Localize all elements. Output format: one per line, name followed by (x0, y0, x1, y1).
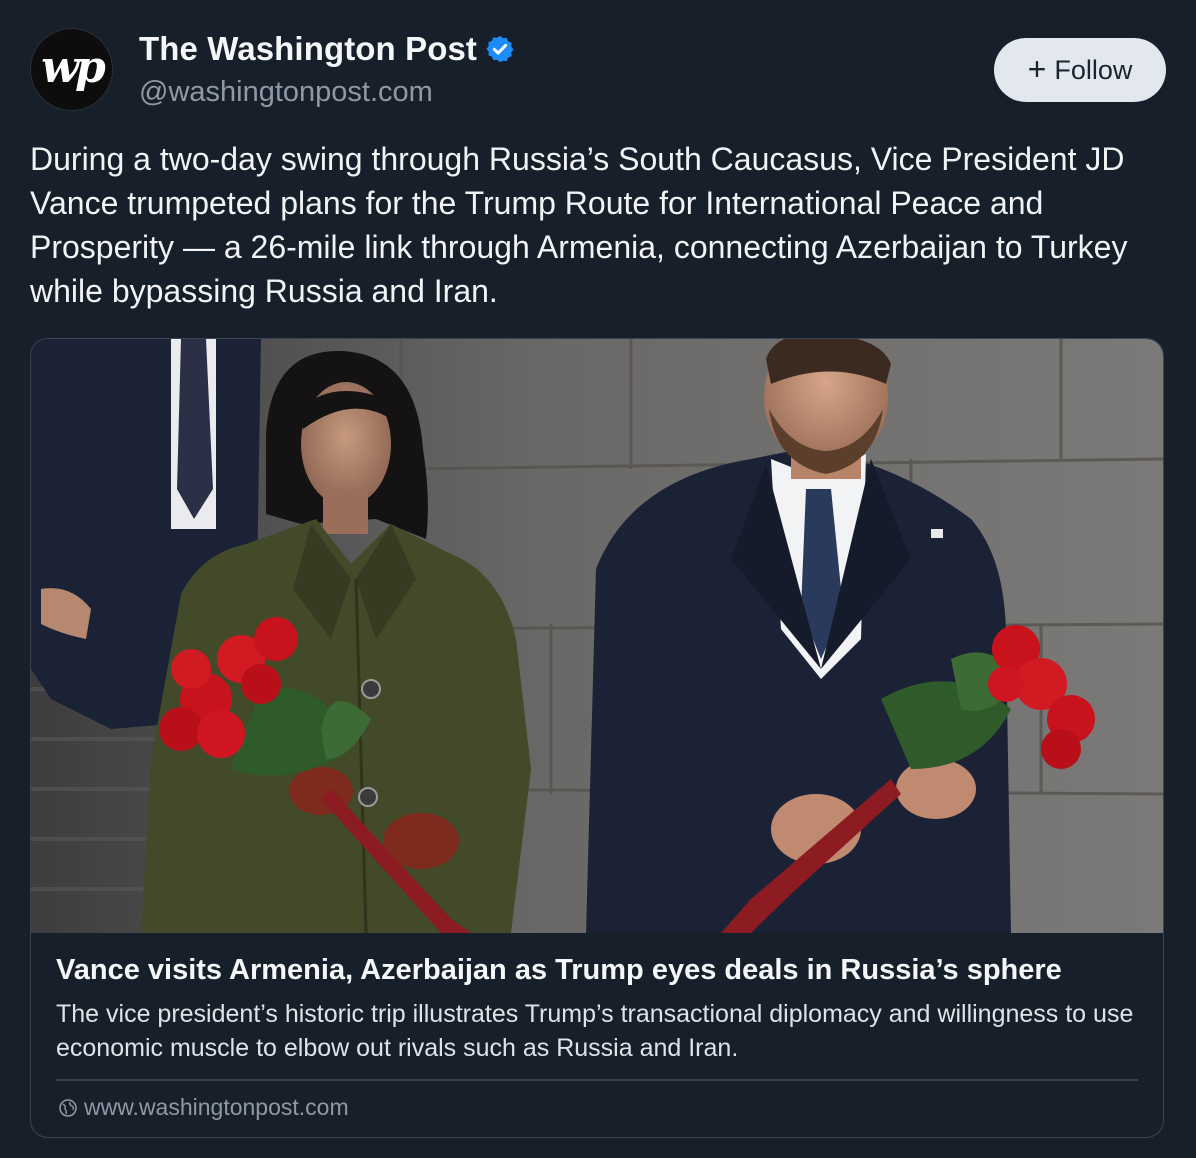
name-row: The Washington Post (139, 30, 515, 68)
globe-icon (59, 1098, 77, 1117)
link-card-domain[interactable]: www.washingtonpost.com (58, 1094, 349, 1121)
display-name[interactable]: The Washington Post (139, 30, 477, 68)
article-photo[interactable] (31, 339, 1164, 933)
avatar[interactable]: wp (30, 28, 113, 111)
link-card-title[interactable]: Vance visits Armenia, Azerbaijan as Trum… (56, 951, 1138, 989)
link-card[interactable]: Vance visits Armenia, Azerbaijan as Trum… (30, 338, 1164, 1138)
post-header: wp The Washington Post @washingtonpost.c… (30, 28, 1166, 114)
link-card-domain-text: www.washingtonpost.com (84, 1094, 349, 1120)
link-card-body: Vance visits Armenia, Azerbaijan as Trum… (56, 951, 1138, 1065)
link-card-divider (56, 1079, 1138, 1081)
verified-badge-icon (486, 35, 514, 63)
handle[interactable]: @washingtonpost.com (139, 76, 433, 109)
post-text: During a two-day swing through Russia’s … (30, 141, 1128, 309)
plus-icon: + (1027, 50, 1047, 87)
washington-post-logo: wp (41, 41, 106, 93)
follow-label: Follow (1054, 54, 1133, 85)
follow-button[interactable]: + Follow (994, 38, 1166, 102)
link-card-description: The vice president’s historic trip illus… (56, 1000, 1134, 1062)
post: wp The Washington Post @washingtonpost.c… (0, 0, 1196, 1158)
